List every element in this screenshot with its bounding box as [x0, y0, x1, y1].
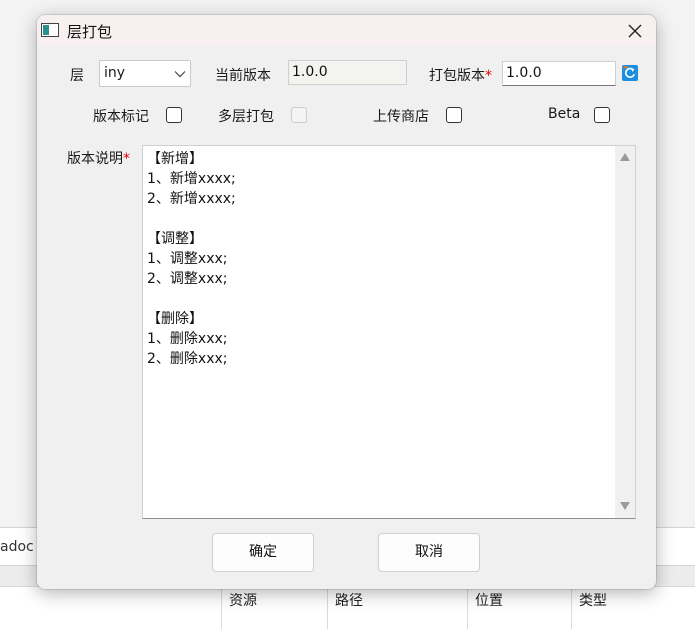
upload-store-label: 上传商店 [373, 109, 429, 125]
close-button[interactable] [621, 19, 649, 43]
layer-pack-dialog: 层打包 层 iny 当前版本 1.0.0 打包版本* 1.0.0 版本标记 多层… [37, 15, 656, 589]
current-version-label: 当前版本 [215, 68, 271, 84]
multi-layer-checkbox [291, 107, 307, 123]
notes-scrollbar[interactable] [615, 146, 635, 518]
dialog-titlebar[interactable]: 层打包 [37, 15, 656, 46]
pack-version-input[interactable]: 1.0.0 [502, 61, 616, 86]
required-mark: * [123, 151, 130, 167]
upload-store-checkbox[interactable] [446, 107, 462, 123]
app-icon [41, 23, 59, 37]
notes-line: 2、删除xxx; [147, 351, 228, 367]
pack-version-label-text: 打包版本 [429, 68, 485, 84]
dialog-title: 层打包 [67, 23, 113, 41]
column-header-resource[interactable]: 资源 [221, 586, 327, 629]
notes-line: 【删除】 [147, 311, 203, 327]
column-header-path[interactable]: 路径 [327, 586, 467, 629]
notes-line: 【调整】 [147, 231, 203, 247]
column-header-position[interactable]: 位置 [467, 586, 571, 629]
current-version-field: 1.0.0 [288, 60, 407, 85]
required-mark: * [485, 68, 492, 84]
refresh-icon[interactable] [622, 65, 638, 81]
cancel-button[interactable]: 取消 [378, 533, 480, 572]
notes-label: 版本说明* [67, 148, 130, 168]
chevron-down-icon [174, 71, 186, 78]
close-icon [628, 24, 642, 38]
layer-label: 层 [70, 68, 84, 84]
notes-line: 2、新增xxxx; [147, 191, 236, 207]
notes-line: 2、调整xxx; [147, 271, 228, 287]
scroll-up-arrow-icon[interactable] [620, 153, 630, 161]
version-notes-textarea[interactable]: 【新增】 1、新增xxxx; 2、新增xxxx; 【调整】 1、调整xxx; 2… [142, 145, 636, 519]
scroll-down-arrow-icon[interactable] [620, 502, 630, 510]
background-tab-label[interactable]: adoc [0, 539, 34, 555]
multi-layer-label: 多层打包 [218, 109, 274, 125]
version-mark-checkbox[interactable] [166, 107, 182, 123]
pack-version-label: 打包版本* [429, 65, 492, 85]
notes-line: 1、删除xxx; [147, 331, 228, 347]
ok-button[interactable]: 确定 [212, 533, 314, 572]
notes-label-text: 版本说明 [67, 151, 123, 167]
column-header-type[interactable]: 类型 [571, 586, 695, 629]
version-mark-label: 版本标记 [93, 109, 149, 125]
beta-label: Beta [548, 106, 581, 122]
notes-line: 1、调整xxx; [147, 251, 228, 267]
beta-checkbox[interactable] [594, 107, 610, 123]
layer-select-value: iny [104, 65, 126, 81]
layer-select[interactable]: iny [99, 60, 191, 87]
notes-line: 1、新增xxxx; [147, 171, 236, 187]
notes-line: 【新增】 [147, 151, 203, 167]
